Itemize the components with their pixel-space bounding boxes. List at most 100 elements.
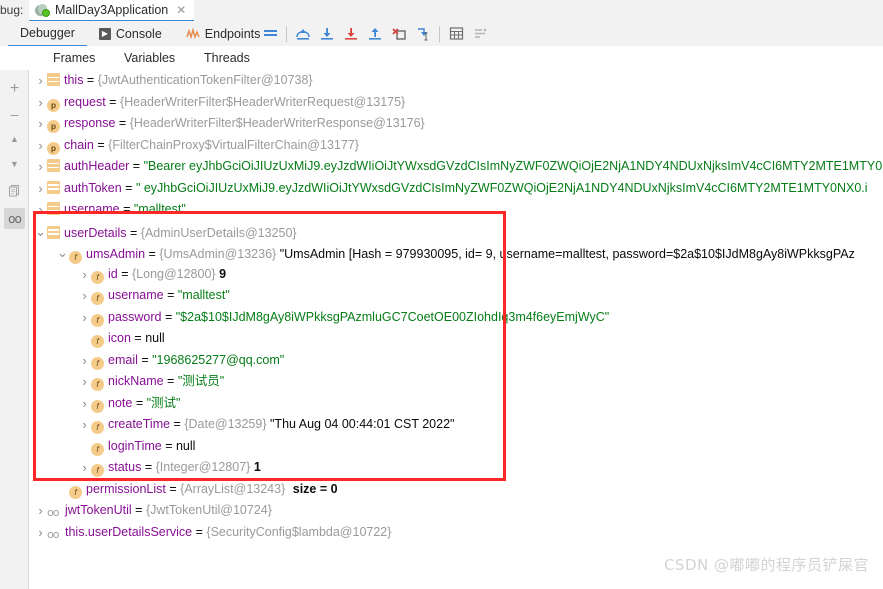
watch-icon: oo <box>47 506 59 520</box>
tree-row[interactable]: f permissionList = {ArrayList@13243} size… <box>29 479 883 501</box>
tree-row[interactable]: › p request = {HeaderWriterFilter$HeaderWr… <box>29 92 883 114</box>
add-watch-button[interactable]: + <box>4 78 25 99</box>
tree-row[interactable]: › authToken = " eyJhbGciOiJIUzUxMiJ9.eyJz… <box>29 178 883 200</box>
drop-frame-icon[interactable] <box>387 22 411 46</box>
run-tab-malldayapplication[interactable]: MallDay3Application ✕ <box>29 0 195 22</box>
chevron-down-icon[interactable]: ⌄ <box>35 221 46 243</box>
tree-row[interactable]: f loginTime = null <box>29 436 883 458</box>
tab-frames[interactable]: Frames <box>44 46 104 70</box>
tab-threads[interactable]: Threads <box>195 46 259 70</box>
variable-type: {FilterChainProxy$VirtualFilterChain@131… <box>108 137 359 152</box>
force-step-into-icon[interactable] <box>339 22 363 46</box>
chevron-right-icon[interactable]: › <box>79 371 90 393</box>
move-up-button[interactable]: ▲ <box>4 128 25 149</box>
tree-row[interactable]: › f password = "$2a$10$IJdM8gAy8iWPkksgPAz… <box>29 307 883 329</box>
tree-row[interactable]: › f createTime = {Date@13259} "Thu Aug 04 … <box>29 414 883 436</box>
chevron-right-icon[interactable]: › <box>35 70 46 92</box>
tree-row[interactable]: › f nickName = "测试员" <box>29 371 883 393</box>
tree-row[interactable]: › f note = "测试" <box>29 393 883 415</box>
watch-icon: oo <box>47 527 59 541</box>
tree-row[interactable]: › p response = {HeaderWriterFilter$HeaderW… <box>29 113 883 135</box>
tab-debugger-label: Debugger <box>20 25 75 40</box>
chevron-right-icon[interactable]: › <box>79 285 90 307</box>
remove-watch-button[interactable]: – <box>4 103 25 124</box>
run-label: bug: <box>0 3 24 17</box>
chevron-right-icon[interactable]: › <box>79 414 90 436</box>
variables-tree[interactable]: › this = {JwtAuthenticationTokenFilter@10… <box>29 70 883 589</box>
tree-row[interactable]: › f email = "1968625277@qq.com" <box>29 350 883 372</box>
chevron-right-icon[interactable]: › <box>79 307 90 329</box>
variable-value: "Bearer eyJhbGciOiJIUzUxMiJ9.eyJzdWIiOiJ… <box>143 159 883 174</box>
variable-value: "测试员" <box>177 374 225 389</box>
tree-row[interactable]: f icon = null <box>29 328 883 350</box>
local-variable-icon <box>47 73 60 87</box>
equals-sign: = <box>115 116 130 131</box>
tree-row[interactable]: › p chain = {FilterChainProxy$VirtualFilte… <box>29 135 883 157</box>
variable-value: "UmsAdmin [Hash = 979930095, id= 9, user… <box>279 247 855 261</box>
tree-row[interactable]: › oo jwtTokenUtil = {JwtTokenUtil@10724} <box>29 500 883 522</box>
chevron-right-icon[interactable]: › <box>79 393 90 415</box>
evaluate-expression-icon[interactable] <box>444 22 468 46</box>
settings-icon[interactable] <box>468 22 492 46</box>
chevron-right-icon[interactable]: › <box>35 500 46 522</box>
toolbar-separator-2 <box>439 25 440 42</box>
tab-variables[interactable]: Variables <box>115 46 185 72</box>
chevron-right-icon[interactable]: › <box>79 350 90 372</box>
chevron-right-icon[interactable]: › <box>35 92 46 114</box>
frames-variables-threads-tabs: Frames Variables Threads <box>0 46 883 72</box>
tree-row[interactable]: › f username = "malltest" <box>29 285 883 307</box>
tree-row[interactable]: › oo this.userDetailsService = {SecurityCo… <box>29 522 883 544</box>
tab-console[interactable]: ▶ Console <box>87 21 174 46</box>
equals-sign: = <box>119 202 134 217</box>
tree-row[interactable]: ⌄ f umsAdmin = {UmsAdmin@13236} "UmsAdmin … <box>29 242 883 264</box>
debugger-toolbar: Debugger ▶ Console Endpoints <box>0 21 883 47</box>
close-icon[interactable]: ✕ <box>176 3 186 17</box>
variable-value: 9 <box>219 266 227 281</box>
variable-value: "Thu Aug 04 00:44:01 CST 2022" <box>270 417 455 432</box>
parameter-icon: p <box>47 141 60 155</box>
field-icon: f <box>91 399 104 413</box>
step-out-icon[interactable] <box>363 22 387 46</box>
tree-row[interactable]: › authHeader = "Bearer eyJhbGciOiJIUzUxMi… <box>29 156 883 178</box>
chevron-right-icon[interactable]: › <box>79 264 90 286</box>
equals-sign: = <box>121 180 136 195</box>
variable-type: {Long@12800} <box>131 266 216 281</box>
variable-value: " eyJhbGciOiJIUzUxMiJ9.eyJzdWIiOiJtYWxsd… <box>135 180 868 195</box>
equals-sign: = <box>117 266 132 281</box>
tab-endpoints-label: Endpoints <box>204 26 261 41</box>
step-over-icon[interactable] <box>291 22 315 46</box>
chevron-right-icon[interactable]: › <box>35 113 46 135</box>
layout-settings-icon[interactable] <box>258 22 282 46</box>
variable-name: note <box>108 395 133 410</box>
watches-toggle-button[interactable]: oo <box>4 208 25 229</box>
copy-value-button[interactable] <box>4 180 25 201</box>
variable-type: {HeaderWriterFilter$HeaderWriterRequest@… <box>119 94 406 109</box>
variable-name: nickName <box>108 374 164 389</box>
variable-value: size = 0 <box>292 481 338 496</box>
variable-value: "malltest" <box>133 202 186 217</box>
variable-name: username <box>64 202 120 217</box>
tree-row[interactable]: › username = "malltest" <box>29 199 883 221</box>
move-down-button[interactable]: ▼ <box>4 153 25 174</box>
local-variable-icon <box>47 225 60 239</box>
variable-name: umsAdmin <box>86 247 146 261</box>
tree-row[interactable]: › f status = {Integer@12807} 1 <box>29 457 883 479</box>
chevron-down-icon[interactable]: ⌄ <box>57 242 68 264</box>
variable-name: password <box>108 309 162 324</box>
chevron-right-icon[interactable]: › <box>35 178 46 200</box>
chevron-right-icon[interactable]: › <box>79 457 90 479</box>
tree-row[interactable]: ⌄ userDetails = {AdminUserDetails@13250} <box>29 221 883 243</box>
run-to-cursor-icon[interactable] <box>411 22 435 46</box>
chevron-right-icon[interactable]: › <box>35 135 46 157</box>
equals-sign: = <box>145 247 160 261</box>
tab-debugger[interactable]: Debugger <box>8 20 87 47</box>
tree-row[interactable]: › f id = {Long@12800} 9 <box>29 264 883 286</box>
tree-row[interactable]: › this = {JwtAuthenticationTokenFilter@10… <box>29 70 883 92</box>
variable-name: authToken <box>64 180 122 195</box>
debugger-action-icons <box>258 21 492 46</box>
chevron-right-icon[interactable]: › <box>35 199 46 221</box>
field-icon: f <box>91 292 104 306</box>
chevron-right-icon[interactable]: › <box>35 156 46 178</box>
step-into-icon[interactable] <box>315 22 339 46</box>
chevron-right-icon[interactable]: › <box>35 522 46 544</box>
